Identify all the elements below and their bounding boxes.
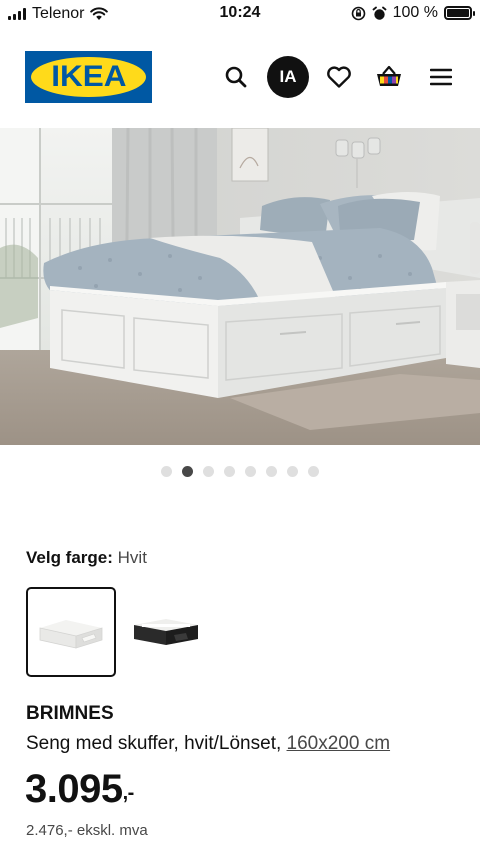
white-bed-thumbnail: [39, 620, 103, 649]
pagination-dot[interactable]: [161, 466, 172, 477]
color-label: Velg farge:: [26, 548, 113, 567]
favourites-button[interactable]: [319, 57, 359, 97]
orientation-lock-icon: [351, 6, 365, 20]
cart-button[interactable]: [369, 57, 409, 97]
price-suffix: ,-: [122, 782, 135, 804]
alarm-icon: [372, 6, 387, 20]
color-swatch-black[interactable]: [120, 587, 210, 677]
price-excl-vat: 2.476,- ekskl. mva: [26, 822, 148, 839]
product-price: 3.095,-: [25, 767, 134, 812]
status-bar: Telenor 10:24 100 %: [0, 0, 480, 28]
product-size-link[interactable]: 160x200 cm: [287, 733, 391, 754]
battery-percent: 100 %: [392, 4, 438, 21]
color-value: Hvit: [117, 548, 147, 567]
product-description: Seng med skuffer, hvit/Lönset, 160x200 c…: [26, 733, 390, 755]
search-icon: [225, 66, 247, 88]
bed-photo: [0, 128, 480, 445]
logo-text: IKEA: [50, 60, 127, 93]
pagination-dot[interactable]: [203, 466, 214, 477]
pagination-dot[interactable]: [287, 466, 298, 477]
ikea-logo[interactable]: IKEA: [25, 51, 152, 103]
product-name: BRIMNES: [26, 703, 114, 724]
pagination-dot[interactable]: [245, 466, 256, 477]
pagination-dot[interactable]: [266, 466, 277, 477]
hamburger-menu-icon: [430, 68, 452, 86]
heart-icon: [327, 66, 351, 88]
search-button[interactable]: [216, 57, 256, 97]
menu-button[interactable]: [421, 57, 461, 97]
product-image[interactable]: [0, 128, 480, 445]
image-pagination: [0, 466, 480, 480]
product-description-text: Seng med skuffer, hvit/Lönset,: [26, 733, 282, 754]
color-selector-label: Velg farge: Hvit: [26, 548, 147, 568]
price-value: 3.095: [25, 767, 123, 811]
black-bed-thumbnail: [134, 619, 198, 645]
pagination-dot-active[interactable]: [182, 466, 193, 477]
pagination-dot[interactable]: [224, 466, 235, 477]
battery-icon: [444, 6, 475, 20]
pagination-dot[interactable]: [308, 466, 319, 477]
color-swatch-white[interactable]: [26, 587, 116, 677]
status-right: 100 %: [351, 4, 475, 22]
shopping-basket-icon: [377, 65, 401, 86]
site-header: IKEA IA: [0, 48, 480, 108]
profile-avatar[interactable]: IA: [267, 56, 309, 98]
